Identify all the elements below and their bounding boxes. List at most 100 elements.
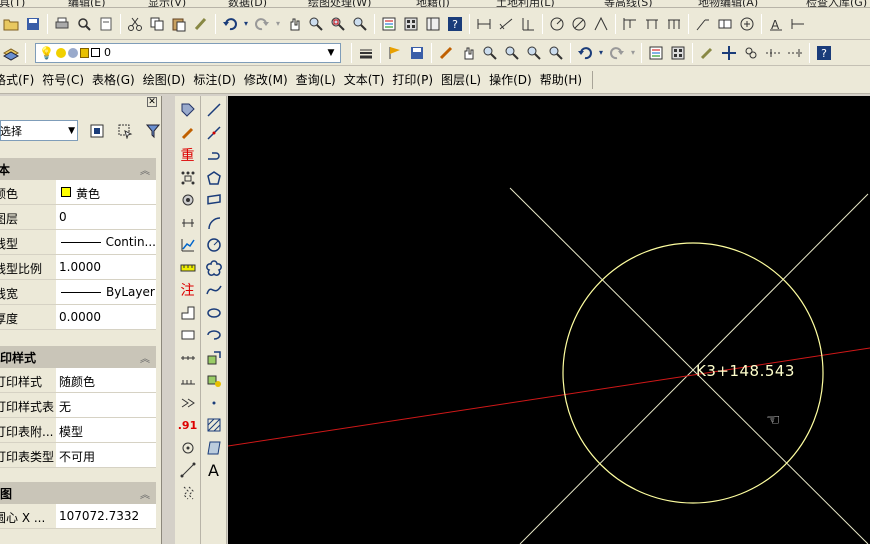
annotate-glyph[interactable]: 注	[178, 280, 198, 300]
zoom-realtime-icon[interactable]	[306, 14, 326, 34]
point-icon[interactable]	[204, 393, 224, 413]
construction-line-icon[interactable]	[204, 123, 224, 143]
properties-icon[interactable]	[379, 14, 399, 34]
menu-item[interactable]: 表格(G)	[88, 71, 139, 88]
open-icon[interactable]	[1, 14, 21, 34]
insert-block-icon[interactable]	[204, 348, 224, 368]
collapse-icon[interactable]: ︽	[140, 350, 150, 365]
edit-point-icon[interactable]	[178, 123, 198, 143]
make-block-icon[interactable]	[204, 370, 224, 390]
menu-item[interactable]: 符号(C)	[38, 71, 88, 88]
property-value[interactable]: 黄色	[56, 180, 156, 204]
top-menu-item[interactable]: 数据(D)	[228, 0, 267, 7]
dim-ordinate-icon[interactable]	[518, 14, 538, 34]
top-menu-item[interactable]: 地物编辑(A)	[698, 0, 758, 7]
rotate-icon[interactable]	[741, 43, 761, 63]
zoom-previous-icon[interactable]	[350, 14, 370, 34]
property-row[interactable]: 线型比例 1.0000	[0, 255, 156, 280]
pan-hand-icon[interactable]	[458, 43, 478, 63]
top-menu-item[interactable]: 等高线(S)	[604, 0, 653, 7]
quick-dim-icon[interactable]	[620, 14, 640, 34]
arc-icon[interactable]	[204, 213, 224, 233]
match-properties-icon[interactable]	[191, 14, 211, 34]
circle-icon[interactable]	[204, 235, 224, 255]
menu-item[interactable]: 绘图(D)	[139, 71, 190, 88]
elevation-glyph[interactable]: .91	[178, 415, 198, 435]
selection-combo[interactable]: 无选择 ▼	[0, 120, 78, 141]
copy-icon[interactable]	[147, 14, 167, 34]
property-row[interactable]: 线宽 ByLayer	[0, 280, 156, 305]
paste-icon[interactable]	[169, 14, 189, 34]
baseline-dim-icon[interactable]	[178, 213, 198, 233]
property-row[interactable]: 图层 0	[0, 205, 156, 230]
menu-item[interactable]: 标注(D)	[189, 71, 240, 88]
fence-icon[interactable]	[178, 348, 198, 368]
cut-icon[interactable]	[125, 14, 145, 34]
design-center-icon[interactable]	[401, 14, 421, 34]
dim-radius-icon[interactable]	[547, 14, 567, 34]
menu-item[interactable]: 打印(P)	[388, 71, 437, 88]
ellipse-icon[interactable]	[204, 303, 224, 323]
tool-palettes-icon[interactable]	[423, 14, 443, 34]
property-row[interactable]: 打印表类型 不可用	[0, 443, 156, 468]
menu-item[interactable]: 格式(F)	[0, 71, 38, 88]
property-value[interactable]: 0	[56, 205, 156, 229]
points-icon[interactable]	[178, 168, 198, 188]
properties2-icon[interactable]	[646, 43, 666, 63]
extend-icon[interactable]	[785, 43, 805, 63]
property-value[interactable]: ByLayer	[56, 280, 156, 304]
dim-angular-icon[interactable]	[591, 14, 611, 34]
top-menu-item[interactable]: 工具(T)	[0, 0, 25, 7]
collapse-icon[interactable]: ︽	[140, 162, 150, 177]
section-view[interactable]: 视图 ︽	[0, 482, 156, 504]
property-value[interactable]: Contin...	[56, 230, 156, 254]
move-icon[interactable]	[719, 43, 739, 63]
grid-icon[interactable]	[668, 43, 688, 63]
top-menu-item[interactable]: 显示(V)	[148, 0, 186, 7]
undo2-icon[interactable]	[575, 43, 595, 63]
spline-icon[interactable]	[204, 280, 224, 300]
property-row[interactable]: 颜色 黄色	[0, 180, 156, 205]
hatch-icon[interactable]	[204, 415, 224, 435]
offset-icon[interactable]	[763, 43, 783, 63]
control-point-icon[interactable]	[178, 438, 198, 458]
redraw-glyph[interactable]: 重	[178, 145, 198, 165]
section-plot-style[interactable]: 打印样式 ︽	[0, 346, 156, 368]
ellipse-arc-icon[interactable]	[204, 325, 224, 345]
dim-baseline-icon[interactable]	[642, 14, 662, 34]
menu-item[interactable]: 查询(L)	[292, 71, 340, 88]
menu-item[interactable]: 修改(M)	[240, 71, 292, 88]
property-row[interactable]: 打印表附... 模型	[0, 418, 156, 443]
drawing-canvas[interactable]: K3+148.543 ☜	[228, 96, 870, 544]
dim-edit-icon[interactable]: A	[766, 14, 786, 34]
vegetation-icon[interactable]	[178, 393, 198, 413]
top-menu-item[interactable]: 编辑(E)	[68, 0, 106, 7]
top-menu-item[interactable]: 绘图处理(W)	[308, 0, 371, 7]
zoom-in-icon[interactable]	[480, 43, 500, 63]
property-value[interactable]: 107072.7332	[56, 504, 156, 528]
property-value[interactable]: 1.0000	[56, 255, 156, 279]
property-row[interactable]: 厚度 0.0000	[0, 305, 156, 330]
top-menu-item[interactable]: 土地利用(L)	[496, 0, 555, 7]
flag-icon[interactable]	[385, 43, 405, 63]
chevron-down-icon[interactable]: ▼	[324, 46, 338, 60]
property-value[interactable]: 无	[56, 393, 156, 417]
polygon-draw-icon[interactable]	[204, 168, 224, 188]
property-value[interactable]: 0.0000	[56, 305, 156, 329]
help2-icon[interactable]: ?	[814, 43, 834, 63]
save2-icon[interactable]	[407, 43, 427, 63]
revcloud-icon[interactable]	[204, 258, 224, 278]
dim-diameter-icon[interactable]	[569, 14, 589, 34]
print-icon[interactable]	[52, 14, 72, 34]
property-row[interactable]: 打印样式表无	[0, 393, 156, 418]
dashed-curve-icon[interactable]	[178, 483, 198, 503]
dim-text-edit-icon[interactable]	[788, 14, 808, 34]
dim-aligned-icon[interactable]	[496, 14, 516, 34]
polyline-icon[interactable]	[204, 145, 224, 165]
line-icon[interactable]	[178, 460, 198, 480]
survey-icon[interactable]	[178, 190, 198, 210]
lineweight-icon[interactable]	[356, 43, 376, 63]
undo-icon[interactable]	[220, 14, 240, 34]
preview-icon[interactable]	[74, 14, 94, 34]
layer-combo[interactable]: 💡 0 ▼	[35, 42, 341, 63]
